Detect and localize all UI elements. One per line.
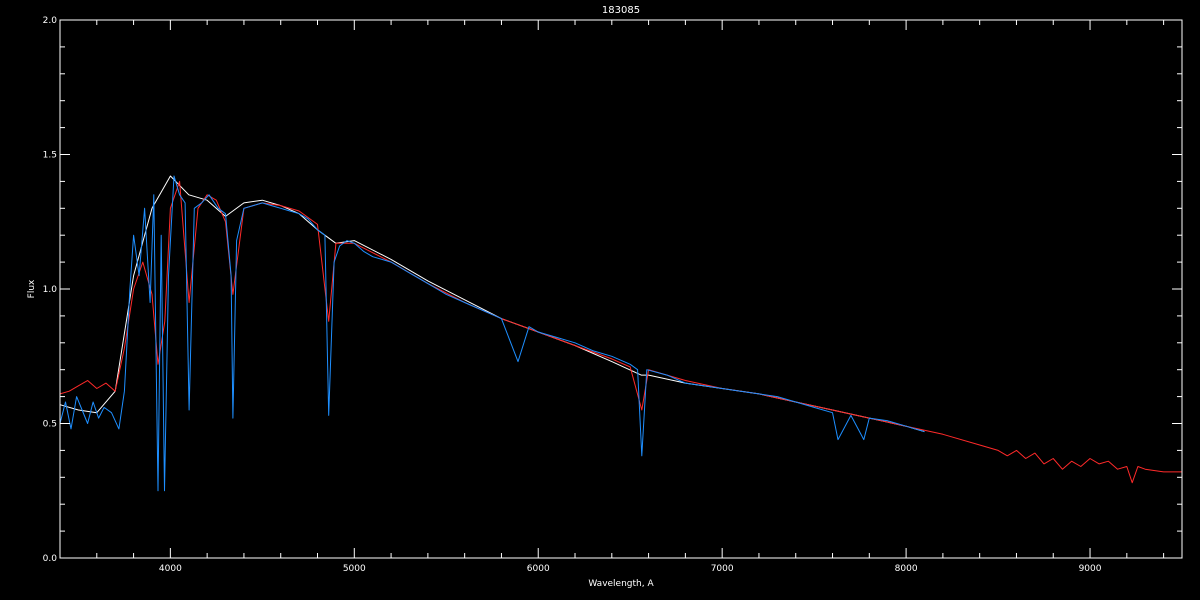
- x-tick-label: 9000: [1079, 564, 1102, 574]
- y-tick-label: 0.5: [43, 420, 57, 430]
- y-tick-label: 0.0: [43, 554, 58, 564]
- chart-title: 183085: [602, 5, 640, 16]
- x-tick-label: 7000: [711, 564, 734, 574]
- x-tick-label: 4000: [159, 564, 182, 574]
- x-tick-label: 5000: [343, 564, 366, 574]
- y-tick-label: 1.5: [43, 151, 57, 161]
- y-tick-label: 2.0: [43, 16, 58, 26]
- x-axis-title: Wavelength, A: [588, 579, 654, 589]
- spectrum-chart: 4000 5000 6000 7000 8000 90000.00.51.01.52.0 …: [0, 0, 1200, 600]
- chart-background: [0, 0, 1200, 600]
- x-tick-label: 8000: [895, 564, 918, 574]
- y-tick-label: 1.0: [43, 285, 58, 295]
- x-tick-label: 6000: [527, 564, 550, 574]
- y-axis-title: Flux: [27, 279, 37, 298]
